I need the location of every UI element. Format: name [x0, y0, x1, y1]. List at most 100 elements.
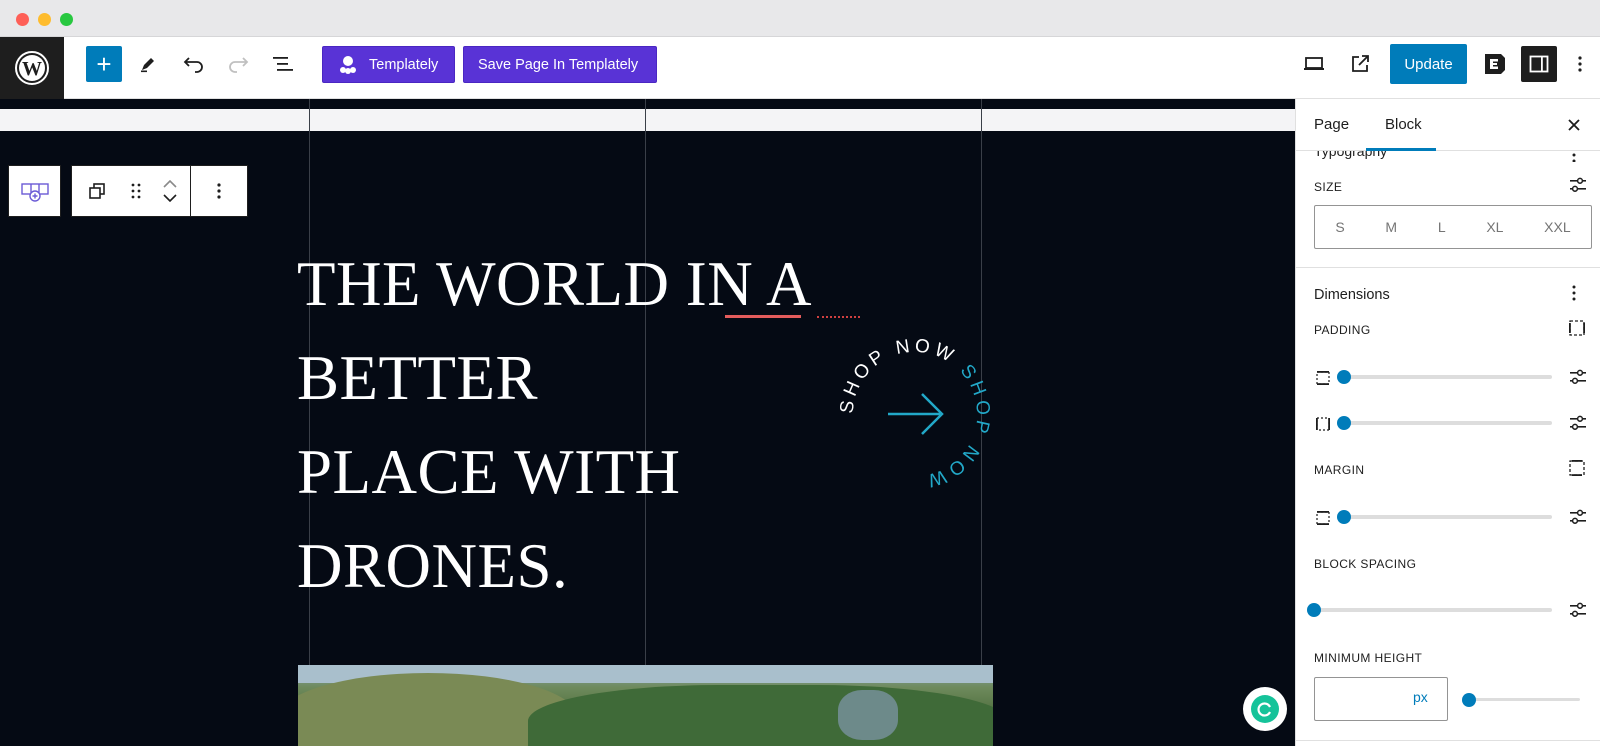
save-in-templately-button[interactable]: Save Page In Templately	[463, 46, 657, 83]
wordpress-icon: W	[15, 51, 49, 85]
add-block-button[interactable]: +	[86, 46, 122, 82]
tab-page[interactable]: Page	[1314, 116, 1349, 133]
redo-button[interactable]	[220, 46, 256, 82]
essential-blocks-button[interactable]	[1476, 46, 1512, 82]
rock-shape	[838, 690, 898, 740]
margin-label: MARGIN	[1314, 463, 1365, 477]
active-tab-indicator	[1366, 148, 1436, 151]
essential-blocks-icon	[1485, 54, 1505, 74]
undo-button[interactable]	[176, 46, 212, 82]
minimum-height-thumb[interactable]	[1462, 693, 1476, 707]
size-option-xxl[interactable]: XXL	[1544, 219, 1570, 235]
block-spacing-label: BLOCK SPACING	[1314, 557, 1417, 571]
chevron-down-icon[interactable]	[163, 194, 177, 202]
editor-canvas[interactable]: THE WORLD IN A BETTER PLACE WITH DRONES.…	[0, 99, 1295, 746]
svg-text:W: W	[22, 58, 42, 80]
heading-line-4: DRONES.	[297, 531, 569, 601]
select-parent-button[interactable]	[72, 166, 122, 216]
spellcheck-underline	[817, 316, 860, 318]
minimum-height-unit-select[interactable]: px	[1413, 689, 1428, 705]
padding-vertical-thumb[interactable]	[1337, 370, 1351, 384]
settings-sidebar-toggle[interactable]	[1521, 46, 1557, 82]
forest-shape	[528, 685, 993, 746]
editor-header: W + Templately Save Page In Templately U…	[0, 37, 1600, 99]
block-spacing-track[interactable]	[1314, 608, 1552, 612]
block-options-button[interactable]	[191, 166, 247, 216]
arrow-right-icon	[888, 393, 944, 435]
minimum-height-input[interactable]	[1314, 677, 1448, 721]
decorative-underline	[725, 315, 801, 318]
margin-vertical-icon	[1316, 511, 1330, 525]
section-divider	[0, 109, 1295, 131]
margin-settings-icon[interactable]	[1569, 509, 1587, 525]
margin-vertical-track[interactable]	[1342, 515, 1552, 519]
move-buttons[interactable]	[150, 166, 190, 216]
wordpress-logo-button[interactable]: W	[0, 37, 64, 99]
size-option-l[interactable]: L	[1438, 219, 1446, 235]
heading-line-3: PLACE WITH	[297, 437, 681, 507]
update-button[interactable]: Update	[1390, 44, 1467, 84]
view-page-button[interactable]	[1342, 46, 1378, 82]
list-view-icon	[273, 57, 293, 71]
save-in-templately-label: Save Page In Templately	[478, 56, 639, 73]
size-option-m[interactable]: M	[1385, 219, 1397, 235]
options-menu-button[interactable]	[1566, 46, 1594, 82]
preview-button[interactable]	[1296, 46, 1332, 82]
external-link-icon	[1352, 55, 1369, 72]
templately-button-label: Templately	[369, 56, 439, 73]
close-icon[interactable]	[1567, 118, 1581, 132]
padding-horizontal-icon	[1316, 417, 1330, 431]
block-spacing-settings-icon[interactable]	[1569, 602, 1587, 618]
size-label: SIZE	[1314, 180, 1343, 194]
grammarly-icon	[1257, 702, 1271, 717]
settings-sidebar: Page Block Typography SIZE S M L XL XXL …	[1295, 99, 1600, 746]
margin-link-sides-icon[interactable]	[1568, 459, 1586, 477]
padding-horizontal-thumb[interactable]	[1337, 416, 1351, 430]
block-spacing-thumb[interactable]	[1307, 603, 1321, 617]
more-vertical-icon	[217, 183, 221, 199]
pencil-icon	[141, 58, 154, 73]
hero-heading[interactable]: THE WORLD IN A BETTER PLACE WITH DRONES.	[297, 237, 897, 613]
drag-handle[interactable]	[122, 166, 150, 216]
update-button-label: Update	[1404, 55, 1453, 73]
padding-horizontal-settings-icon[interactable]	[1569, 415, 1587, 431]
templately-logo-icon	[340, 55, 356, 74]
font-size-picker: S M L XL XXL	[1314, 205, 1592, 249]
templately-button[interactable]: Templately	[322, 46, 455, 83]
padding-vertical-settings-icon[interactable]	[1569, 369, 1587, 385]
sidebar-icon	[1529, 55, 1549, 73]
duplicate-icon	[89, 183, 105, 199]
hero-image[interactable]	[298, 665, 993, 746]
block-toolbar	[71, 165, 248, 217]
close-window-button[interactable]	[16, 13, 29, 26]
grammarly-button[interactable]	[1243, 687, 1287, 731]
document-overview-button[interactable]	[265, 46, 301, 82]
minimize-window-button[interactable]	[38, 13, 51, 26]
dimensions-options-icon[interactable]	[1571, 284, 1577, 302]
heading-line-1: THE WORLD IN A	[297, 249, 813, 319]
size-option-xl[interactable]: XL	[1486, 219, 1503, 235]
laptop-icon	[1304, 57, 1324, 70]
padding-label: PADDING	[1314, 323, 1371, 337]
columns-block-icon	[20, 183, 49, 202]
padding-horizontal-track[interactable]	[1342, 421, 1552, 425]
size-settings-icon[interactable]	[1569, 177, 1587, 193]
drag-handle-icon	[131, 183, 141, 199]
plus-icon: +	[96, 49, 112, 79]
dimensions-panel-title: Dimensions	[1314, 287, 1390, 303]
chevron-up-icon[interactable]	[163, 180, 177, 188]
size-option-s[interactable]: S	[1335, 219, 1344, 235]
padding-vertical-track[interactable]	[1342, 375, 1552, 379]
typography-options-icon[interactable]	[1571, 152, 1577, 162]
maximize-window-button[interactable]	[60, 13, 73, 26]
tab-block[interactable]: Block	[1385, 116, 1422, 133]
margin-vertical-thumb[interactable]	[1337, 510, 1351, 524]
heading-line-2: BETTER	[297, 343, 538, 413]
redo-icon	[229, 57, 249, 73]
shop-now-badge[interactable]: SHOP NOW SHOP NOW	[830, 329, 1000, 499]
tools-button[interactable]	[130, 46, 166, 82]
padding-vertical-icon	[1316, 371, 1330, 385]
padding-link-sides-icon[interactable]	[1568, 319, 1586, 337]
block-type-button[interactable]	[8, 165, 61, 217]
minimum-height-track[interactable]	[1468, 698, 1580, 701]
